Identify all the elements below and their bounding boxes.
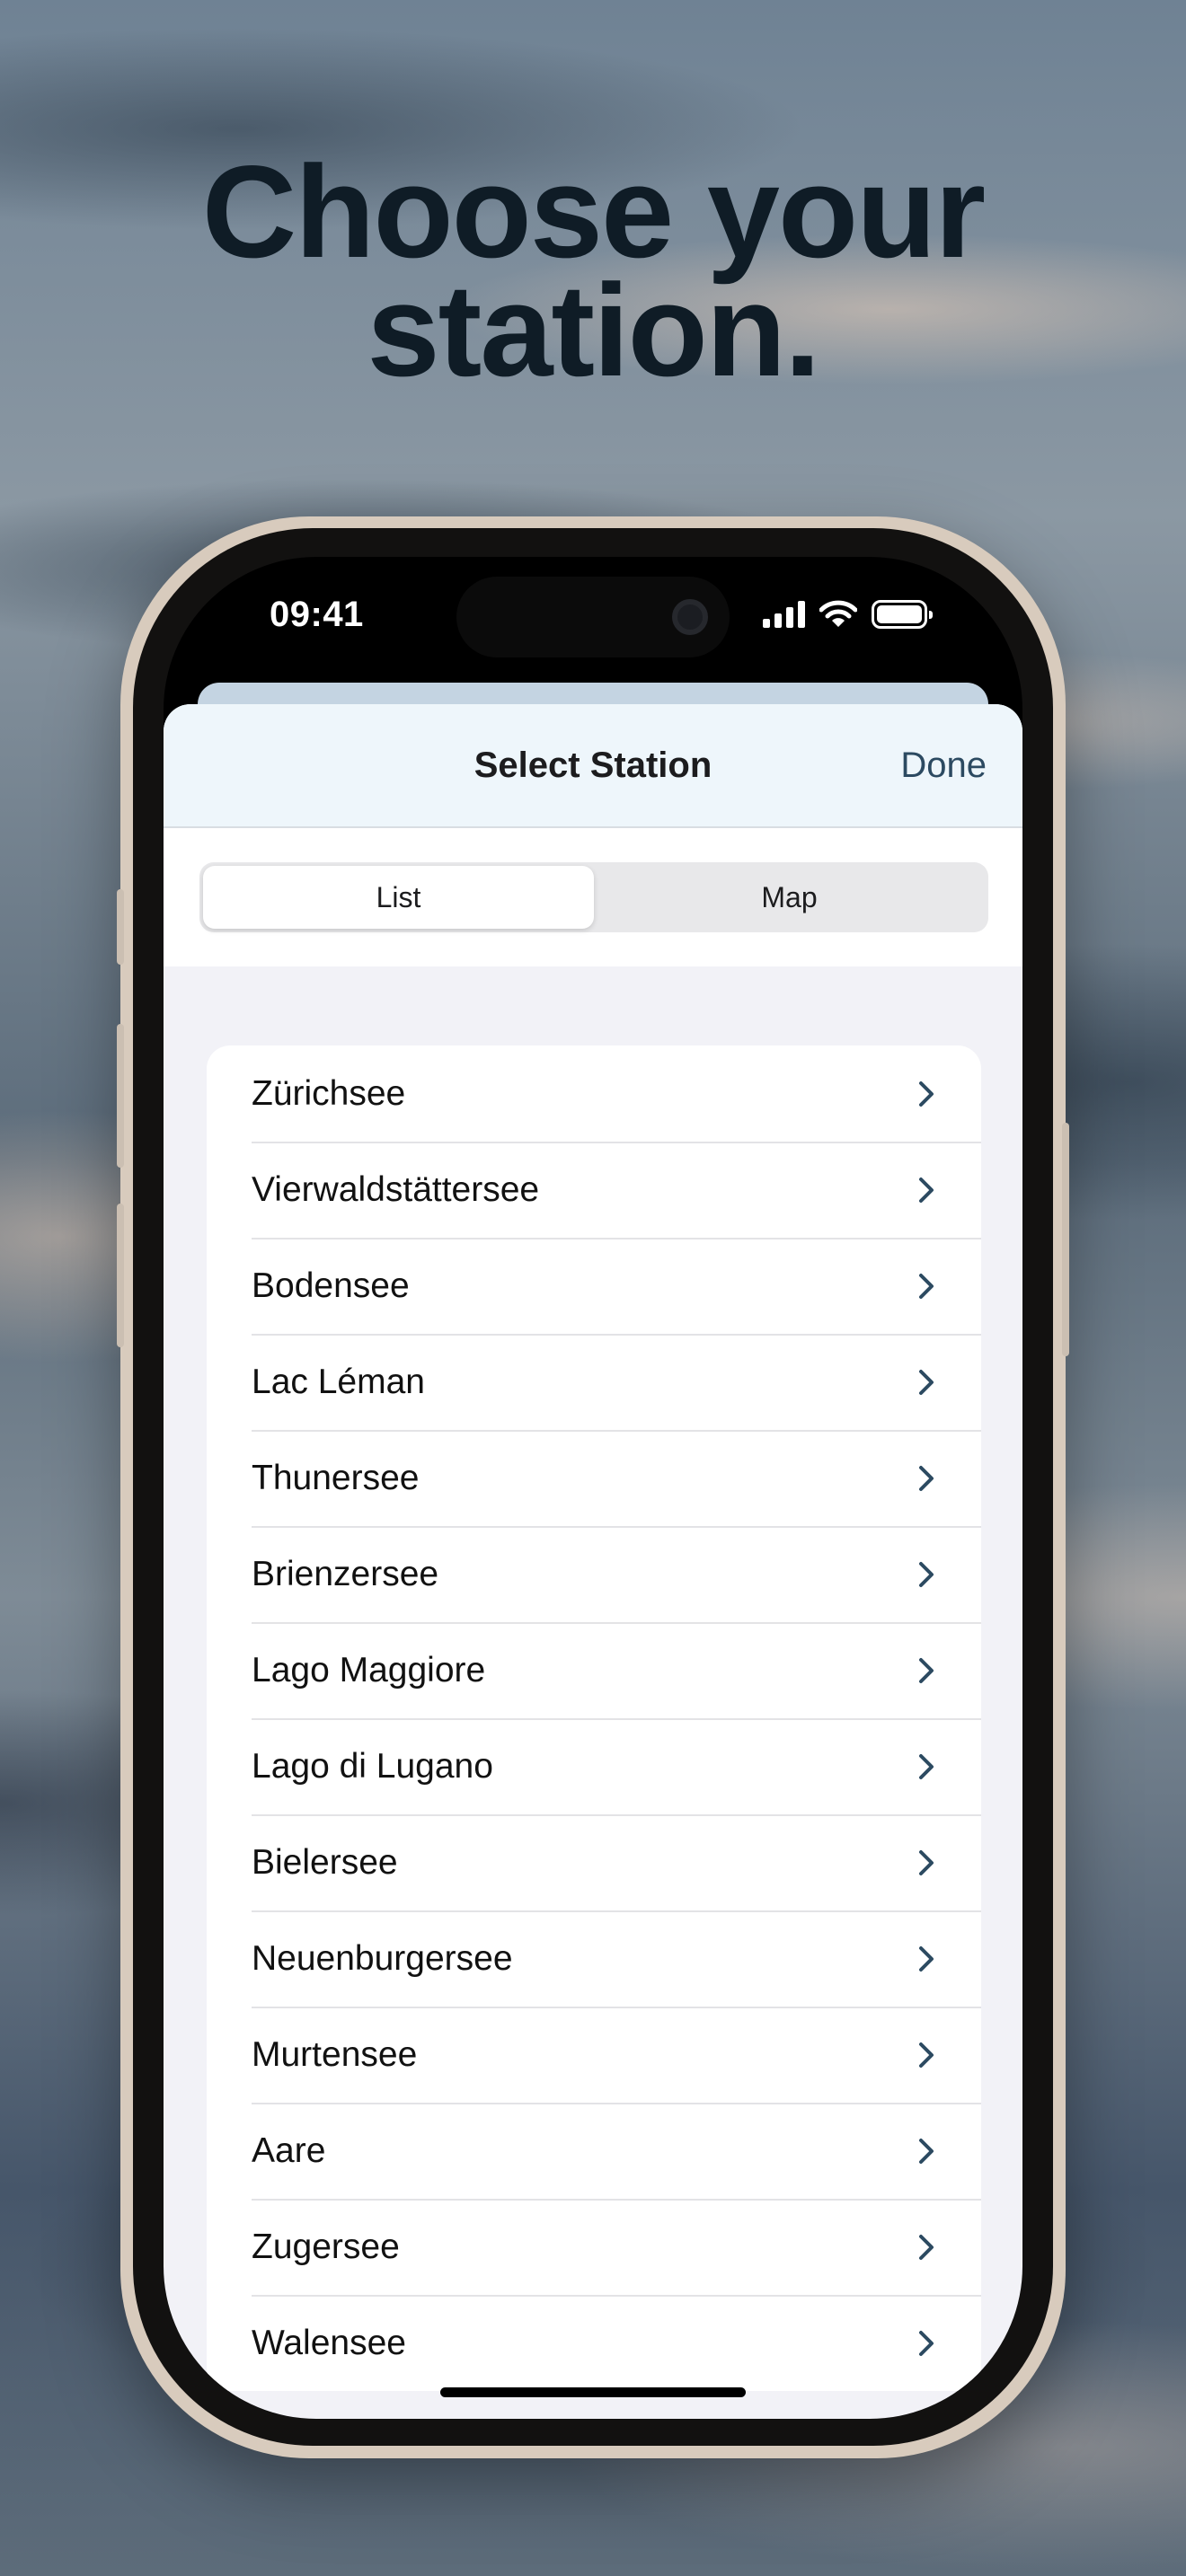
- station-label: Aare: [252, 2130, 326, 2170]
- chevron-right-icon: [919, 1658, 934, 1683]
- station-label: Brienzersee: [252, 1554, 439, 1593]
- station-row[interactable]: Zürichsee: [207, 1045, 981, 1142]
- phone-action-button: [117, 889, 124, 965]
- wifi-icon: [819, 600, 857, 627]
- cellular-signal-icon: [763, 601, 805, 628]
- chevron-right-icon: [919, 2042, 934, 2068]
- station-row[interactable]: Lago Maggiore: [207, 1622, 981, 1718]
- phone-side-button: [1062, 1123, 1069, 1356]
- chevron-right-icon: [919, 1562, 934, 1587]
- station-row[interactable]: Murtensee: [207, 2007, 981, 2103]
- station-row[interactable]: Walensee: [207, 2295, 981, 2391]
- chevron-right-icon: [919, 1466, 934, 1491]
- chevron-right-icon: [919, 1081, 934, 1107]
- headline-line-1: Choose your: [201, 138, 986, 285]
- headline-line-2: station.: [367, 257, 820, 403]
- chevron-right-icon: [919, 1946, 934, 1972]
- station-label: Murtensee: [252, 2034, 418, 2074]
- station-label: Lago di Lugano: [252, 1746, 493, 1786]
- select-station-sheet: Select Station Done List Map Zürichsee Vi…: [164, 704, 1022, 2419]
- station-row[interactable]: Aare: [207, 2103, 981, 2199]
- station-label: Lac Léman: [252, 1362, 425, 1401]
- chevron-right-icon: [919, 2331, 934, 2356]
- status-time: 09:41: [270, 595, 364, 634]
- station-list: Zürichsee Vierwaldstättersee Bodensee Lac L…: [207, 1045, 981, 2391]
- station-row[interactable]: Bodensee: [207, 1238, 981, 1334]
- station-label: Zugersee: [252, 2227, 400, 2266]
- segment-map[interactable]: Map: [594, 866, 985, 929]
- chevron-right-icon: [919, 2235, 934, 2260]
- phone-volume-up-button: [117, 1024, 124, 1168]
- phone-volume-down-button: [117, 1204, 124, 1347]
- station-label: Zürichsee: [252, 1073, 406, 1113]
- battery-icon: [872, 600, 933, 629]
- view-segmented-control: List Map: [199, 862, 988, 932]
- chevron-right-icon: [919, 1178, 934, 1203]
- station-row[interactable]: Brienzersee: [207, 1526, 981, 1622]
- station-row[interactable]: Thunersee: [207, 1430, 981, 1526]
- station-label: Walensee: [252, 2323, 406, 2362]
- station-label: Neuenburgersee: [252, 1938, 513, 1978]
- station-label: Thunersee: [252, 1458, 420, 1497]
- segment-list[interactable]: List: [203, 866, 594, 929]
- sheet-title: Select Station: [474, 745, 712, 785]
- chevron-right-icon: [919, 1754, 934, 1779]
- station-row[interactable]: Bielersee: [207, 1814, 981, 1910]
- station-label: Lago Maggiore: [252, 1650, 486, 1689]
- headline: Choose your station.: [0, 138, 1186, 403]
- chevron-right-icon: [919, 1274, 934, 1299]
- station-row[interactable]: Lago di Lugano: [207, 1718, 981, 1814]
- station-row[interactable]: Zugersee: [207, 2199, 981, 2295]
- station-label: Vierwaldstättersee: [252, 1169, 540, 1209]
- station-row[interactable]: Lac Léman: [207, 1334, 981, 1430]
- segmented-control-container: List Map: [164, 828, 1022, 966]
- station-label: Bodensee: [252, 1266, 410, 1305]
- status-icons: [763, 600, 933, 629]
- camera-lens-icon: [672, 599, 708, 635]
- sheet-nav-bar: Select Station Done: [164, 704, 1022, 828]
- station-row[interactable]: Vierwaldstättersee: [207, 1142, 981, 1238]
- chevron-right-icon: [919, 1370, 934, 1395]
- station-row[interactable]: Neuenburgersee: [207, 1910, 981, 2007]
- done-button[interactable]: Done: [900, 745, 987, 786]
- dynamic-island: [456, 577, 730, 657]
- home-indicator: [440, 2387, 746, 2397]
- phone-screen: 09:41 Select Station Done List Map Züric…: [164, 557, 1022, 2419]
- chevron-right-icon: [919, 1850, 934, 1875]
- chevron-right-icon: [919, 2139, 934, 2164]
- station-label: Bielersee: [252, 1842, 398, 1882]
